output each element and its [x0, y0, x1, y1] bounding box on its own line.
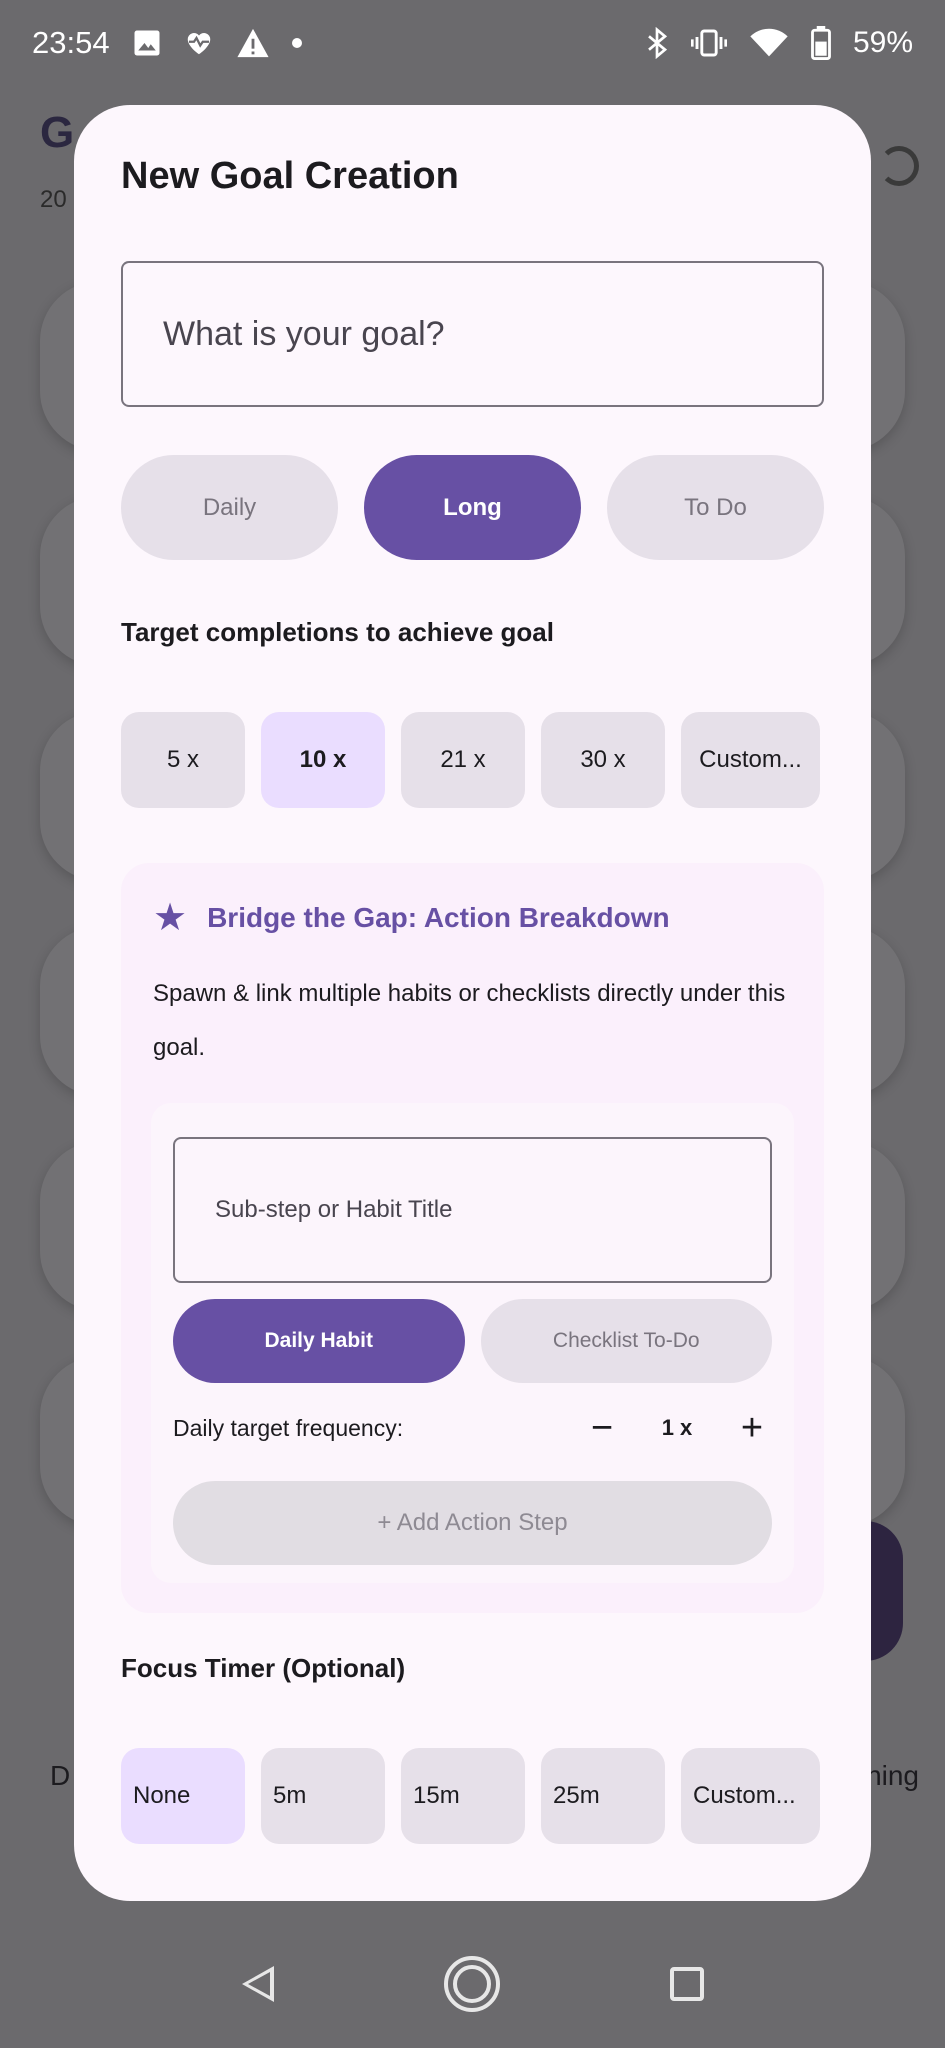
step-kind-selector: Daily Habit Checklist To-Do	[173, 1299, 772, 1383]
back-icon[interactable]	[241, 1966, 274, 2002]
action-breakdown-description: Spawn & link multiple habits or checklis…	[153, 980, 786, 1061]
substep-input-field[interactable]	[173, 1137, 772, 1283]
new-goal-dialog: New Goal Creation Daily Long To Do Targe…	[74, 105, 871, 1901]
target-option-30[interactable]: 30 x	[541, 712, 665, 808]
add-action-step-button[interactable]: + Add Action Step	[173, 1481, 772, 1565]
target-option-5[interactable]: 5 x	[121, 712, 245, 808]
goal-input[interactable]	[163, 314, 822, 354]
action-breakdown-card: ★ Bridge the Gap: Action Breakdown Spawn…	[121, 863, 824, 1613]
image-icon	[134, 30, 160, 56]
focus-timer-options: None 5m 15m 25m Custom...	[121, 1748, 824, 1844]
goal-type-long[interactable]: Long	[364, 455, 581, 560]
dialog-title: New Goal Creation	[121, 155, 459, 197]
target-option-10[interactable]: 10 x	[261, 712, 385, 808]
status-bar: 23:54 59%	[0, 0, 945, 86]
wifi-icon	[750, 28, 788, 57]
minus-icon[interactable]: −	[582, 1409, 622, 1447]
frequency-row: Daily target frequency: − 1 x +	[173, 1403, 772, 1453]
heart-pulse-icon	[187, 32, 210, 55]
frequency-value: 1 x	[661, 1415, 693, 1440]
vibrate-icon	[690, 29, 727, 57]
frequency-label: Daily target frequency:	[173, 1414, 404, 1441]
timer-option-15m[interactable]: 15m	[401, 1748, 525, 1844]
background-nav-left: D	[50, 1760, 71, 1791]
home-icon-inner	[452, 1965, 491, 2003]
star-icon: ★	[153, 897, 188, 939]
plus-icon[interactable]: +	[732, 1409, 772, 1447]
system-nav-bar	[0, 1920, 945, 2048]
goal-input-field[interactable]	[121, 261, 824, 407]
home-icon[interactable]	[443, 1956, 500, 2012]
focus-timer-label: Focus Timer (Optional)	[121, 1653, 406, 1683]
status-time: 23:54	[32, 25, 110, 60]
goal-type-selector: Daily Long To Do	[121, 455, 824, 560]
action-breakdown-header: ★ Bridge the Gap: Action Breakdown	[153, 899, 670, 937]
warning-icon	[236, 28, 269, 58]
battery-icon	[811, 26, 831, 60]
timer-option-custom[interactable]: Custom...	[681, 1748, 820, 1844]
frequency-stepper: − 1 x +	[582, 1409, 772, 1447]
target-completions-options: 5 x 10 x 21 x 30 x Custom...	[121, 712, 824, 808]
kind-daily-habit[interactable]: Daily Habit	[173, 1299, 465, 1383]
sync-icon	[879, 146, 919, 186]
target-option-custom[interactable]: Custom...	[681, 712, 820, 808]
battery-percent: 59%	[852, 26, 913, 59]
dot-icon	[291, 38, 302, 48]
kind-checklist-todo[interactable]: Checklist To-Do	[480, 1299, 772, 1383]
goal-type-daily[interactable]: Daily	[121, 455, 338, 560]
background-title: G	[40, 108, 75, 157]
target-completions-label: Target completions to achieve goal	[121, 617, 554, 647]
substep-input[interactable]	[215, 1196, 770, 1224]
background-nav-right: ning	[866, 1760, 919, 1791]
target-option-21[interactable]: 21 x	[401, 712, 525, 808]
timer-option-25m[interactable]: 25m	[541, 1748, 665, 1844]
timer-option-5m[interactable]: 5m	[261, 1748, 385, 1844]
bluetooth-icon	[648, 27, 668, 59]
goal-type-todo[interactable]: To Do	[607, 455, 824, 560]
background-date: 20	[40, 186, 67, 213]
recents-icon[interactable]	[669, 1967, 704, 2001]
action-breakdown-title: Bridge the Gap: Action Breakdown	[207, 902, 670, 933]
action-step-editor: Daily Habit Checklist To-Do Daily target…	[151, 1103, 794, 1583]
timer-option-none[interactable]: None	[121, 1748, 245, 1844]
